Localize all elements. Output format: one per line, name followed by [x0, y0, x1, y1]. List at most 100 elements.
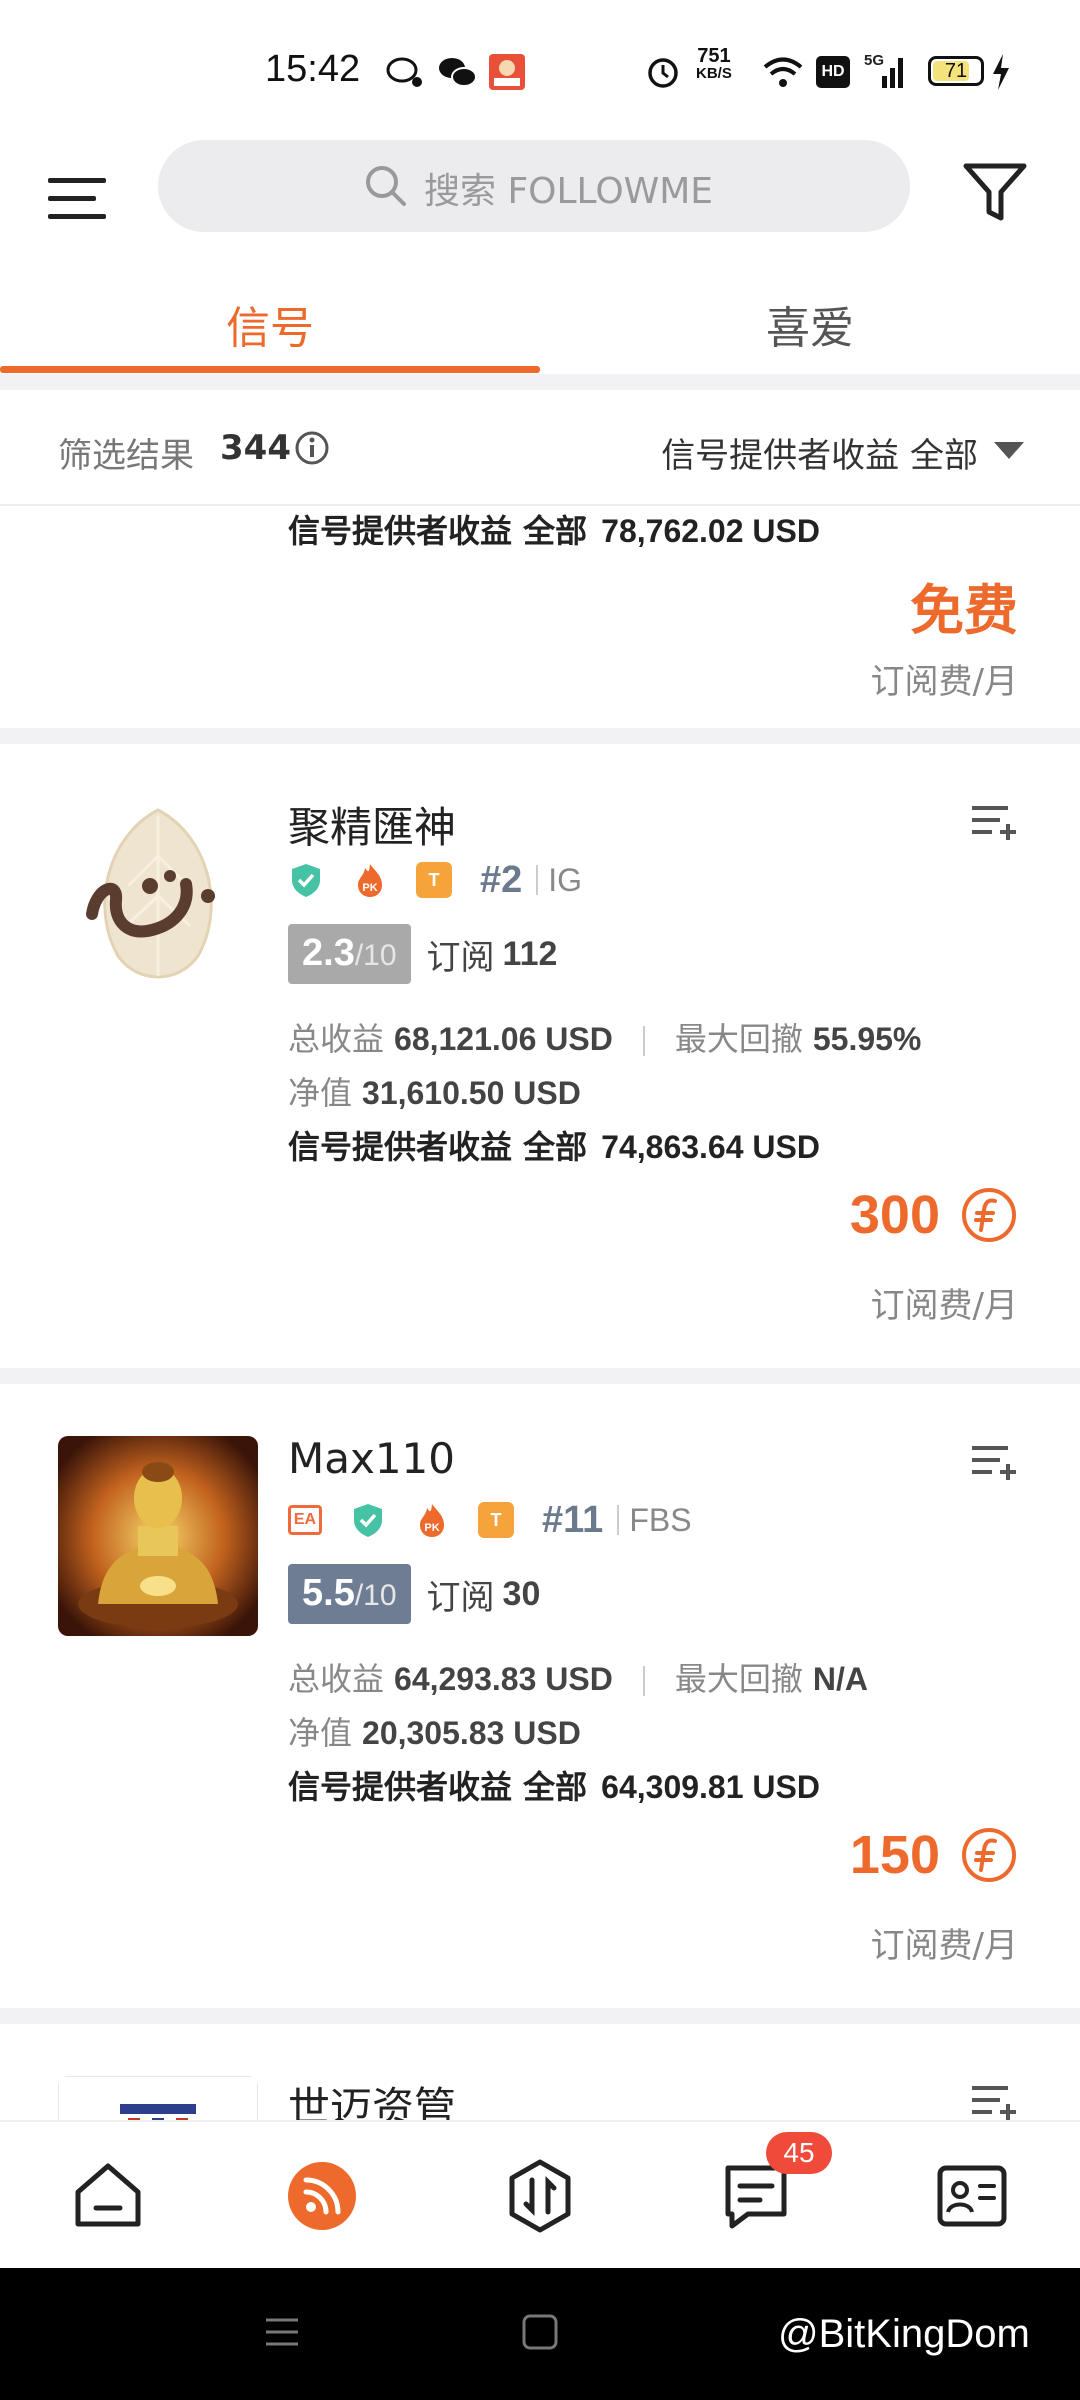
system-nav-bar: @BitKingDom [0, 2268, 1080, 2400]
subscribers-count: 30 [502, 1574, 541, 1613]
score-value: 5.5 [302, 1572, 355, 1614]
divider [617, 1505, 620, 1535]
filter-result-count: 344 [220, 428, 291, 468]
provider-earnings: 信号提供者收益 全部 64,309.81 USD [288, 1762, 820, 1808]
signal-rank: #2 [480, 858, 523, 901]
subscribers-label: 订阅 [426, 1577, 495, 1618]
subscription-price: 300 [850, 1184, 1018, 1246]
total-profit-value: 64,293.83 USD [394, 1661, 613, 1697]
price-value: 免费 [910, 581, 1018, 641]
card-divider [0, 728, 1080, 744]
signal-name[interactable]: 世迈资管 [288, 2074, 456, 2120]
top-header: 搜索 FOLLOWME [0, 140, 1080, 270]
hd-icon: HD [816, 56, 850, 88]
price-value: 300 [849, 1185, 940, 1245]
coin-icon [962, 1188, 1016, 1242]
provider-earnings-label: 信号提供者收益 全部 [288, 512, 588, 550]
score-scale: /10 [354, 1579, 397, 1612]
profile-card-icon[interactable] [934, 2158, 1010, 2234]
chat-notification-icon [386, 57, 422, 87]
avatar[interactable] [58, 1436, 258, 1636]
score-badge: 5.5/10 [288, 1564, 411, 1624]
badge-row: EA PK T #11 FBS [288, 1498, 692, 1542]
max-drawdown-value: N/A [812, 1661, 868, 1697]
divider [642, 1026, 645, 1056]
recent-apps-icon[interactable] [262, 2312, 302, 2352]
broker-name: FBS [629, 1501, 692, 1538]
divider [0, 374, 1080, 390]
sort-dropdown[interactable]: 信号提供者收益 全部 [661, 428, 978, 477]
subscribers-label: 订阅 [426, 937, 495, 978]
score-value: 2.3 [302, 932, 355, 974]
subscription-price: 150 [850, 1824, 1018, 1886]
equity-label: 净值 [288, 1714, 353, 1752]
score-scale: /10 [354, 939, 397, 972]
filter-summary-row: 筛选结果 344 信号提供者收益 全部 [0, 390, 1080, 506]
watermark: @BitKingDom [778, 2312, 1030, 2356]
svg-text:PK: PK [362, 882, 377, 894]
divider [536, 865, 539, 895]
verified-shield-icon [292, 864, 320, 897]
stats-line: 总收益 68,121.06 USD 最大回撤 55.95% [288, 1014, 921, 1060]
home-icon[interactable] [70, 2158, 146, 2234]
price-per-month: 订阅费/月 [870, 1926, 1018, 1966]
net-speed-value: 751 [697, 45, 731, 67]
filter-icon[interactable] [960, 156, 1030, 226]
signal-list[interactable]: 信号提供者收益 全部 78,762.02 USD 免费 订阅费/月 聚精匯神 P… [0, 506, 1080, 2120]
trader-badge-icon: T [478, 1502, 514, 1538]
battery-percent: 71 [944, 60, 968, 82]
signal-card[interactable]: 聚精匯神 PK T #2 IG 2.3/10 订阅 112 总收益 68,121… [0, 744, 1080, 1368]
tab-signals[interactable]: 信号 [0, 292, 540, 356]
badge-row: PK T #2 IG [288, 858, 582, 902]
home-system-icon[interactable] [520, 2312, 560, 2352]
battery-icon: 71 [928, 56, 984, 86]
avatar[interactable] [58, 2076, 258, 2120]
status-time: 15:42 [265, 48, 361, 90]
tab-favorites[interactable]: 喜爱 [540, 292, 1080, 356]
signal-card[interactable]: 世迈资管 [0, 2024, 1080, 2120]
signal-card[interactable]: Max110 EA PK T #11 FBS 5.5 /10 订阅 30 总收益… [0, 1384, 1080, 2008]
bottom-nav: 45 [0, 2120, 1080, 2268]
net-speed-unit: KB/S [696, 65, 732, 82]
messages-badge: 45 [766, 2132, 832, 2174]
score-row: 5.5/10 订阅 30 [288, 1564, 540, 1624]
max-drawdown-label: 最大回撤 [674, 1660, 803, 1698]
search-icon [366, 166, 406, 206]
net-speed: 751 KB/S [696, 46, 732, 82]
broker-name: IG [548, 861, 583, 898]
add-to-list-icon[interactable] [970, 798, 1018, 846]
add-to-list-icon[interactable] [970, 1438, 1018, 1486]
score-row: 2.3/10 订阅 112 [288, 924, 557, 984]
divider [642, 1666, 645, 1696]
price-value: 150 [849, 1825, 940, 1885]
charging-icon [993, 54, 1009, 90]
price-per-month: 订阅费/月 [870, 662, 1018, 702]
total-profit-label: 总收益 [288, 1020, 385, 1058]
alarm-icon [648, 58, 678, 88]
info-icon[interactable] [294, 430, 330, 466]
provider-earnings-value: 64,309.81 USD [601, 1769, 820, 1805]
provider-earnings: 信号提供者收益 全部 78,762.02 USD [288, 506, 820, 552]
menu-icon[interactable] [44, 160, 114, 230]
network-type: 5G [864, 52, 885, 69]
equity-line: 净值 20,305.83 USD [288, 1708, 581, 1754]
avatar[interactable] [58, 796, 258, 996]
trade-icon[interactable] [502, 2158, 578, 2234]
signal-card-partial[interactable]: 信号提供者收益 全部 78,762.02 USD 免费 订阅费/月 [0, 506, 1080, 728]
add-to-list-icon[interactable] [970, 2078, 1018, 2120]
coin-icon [962, 1828, 1016, 1882]
signals-feed-icon[interactable] [284, 2158, 360, 2234]
app-screen: 15:42 751 KB/S HD 5G 71 搜索 FOLLOWME 信号 喜… [0, 0, 1080, 2400]
svg-text:PK: PK [424, 1522, 439, 1534]
signal-name[interactable]: Max110 [288, 1434, 455, 1483]
verified-shield-icon [354, 1504, 382, 1537]
chevron-down-icon[interactable] [994, 442, 1024, 459]
card-divider [0, 1368, 1080, 1384]
app-notification-icon [489, 54, 525, 90]
signal-name[interactable]: 聚精匯神 [288, 794, 456, 855]
wifi-icon [763, 57, 803, 87]
provider-earnings-value: 74,863.64 USD [601, 1129, 820, 1165]
search-input[interactable]: 搜索 FOLLOWME [158, 140, 910, 232]
max-drawdown-value: 55.95% [812, 1021, 922, 1057]
cellular-signal-icon: 5G [864, 52, 910, 92]
